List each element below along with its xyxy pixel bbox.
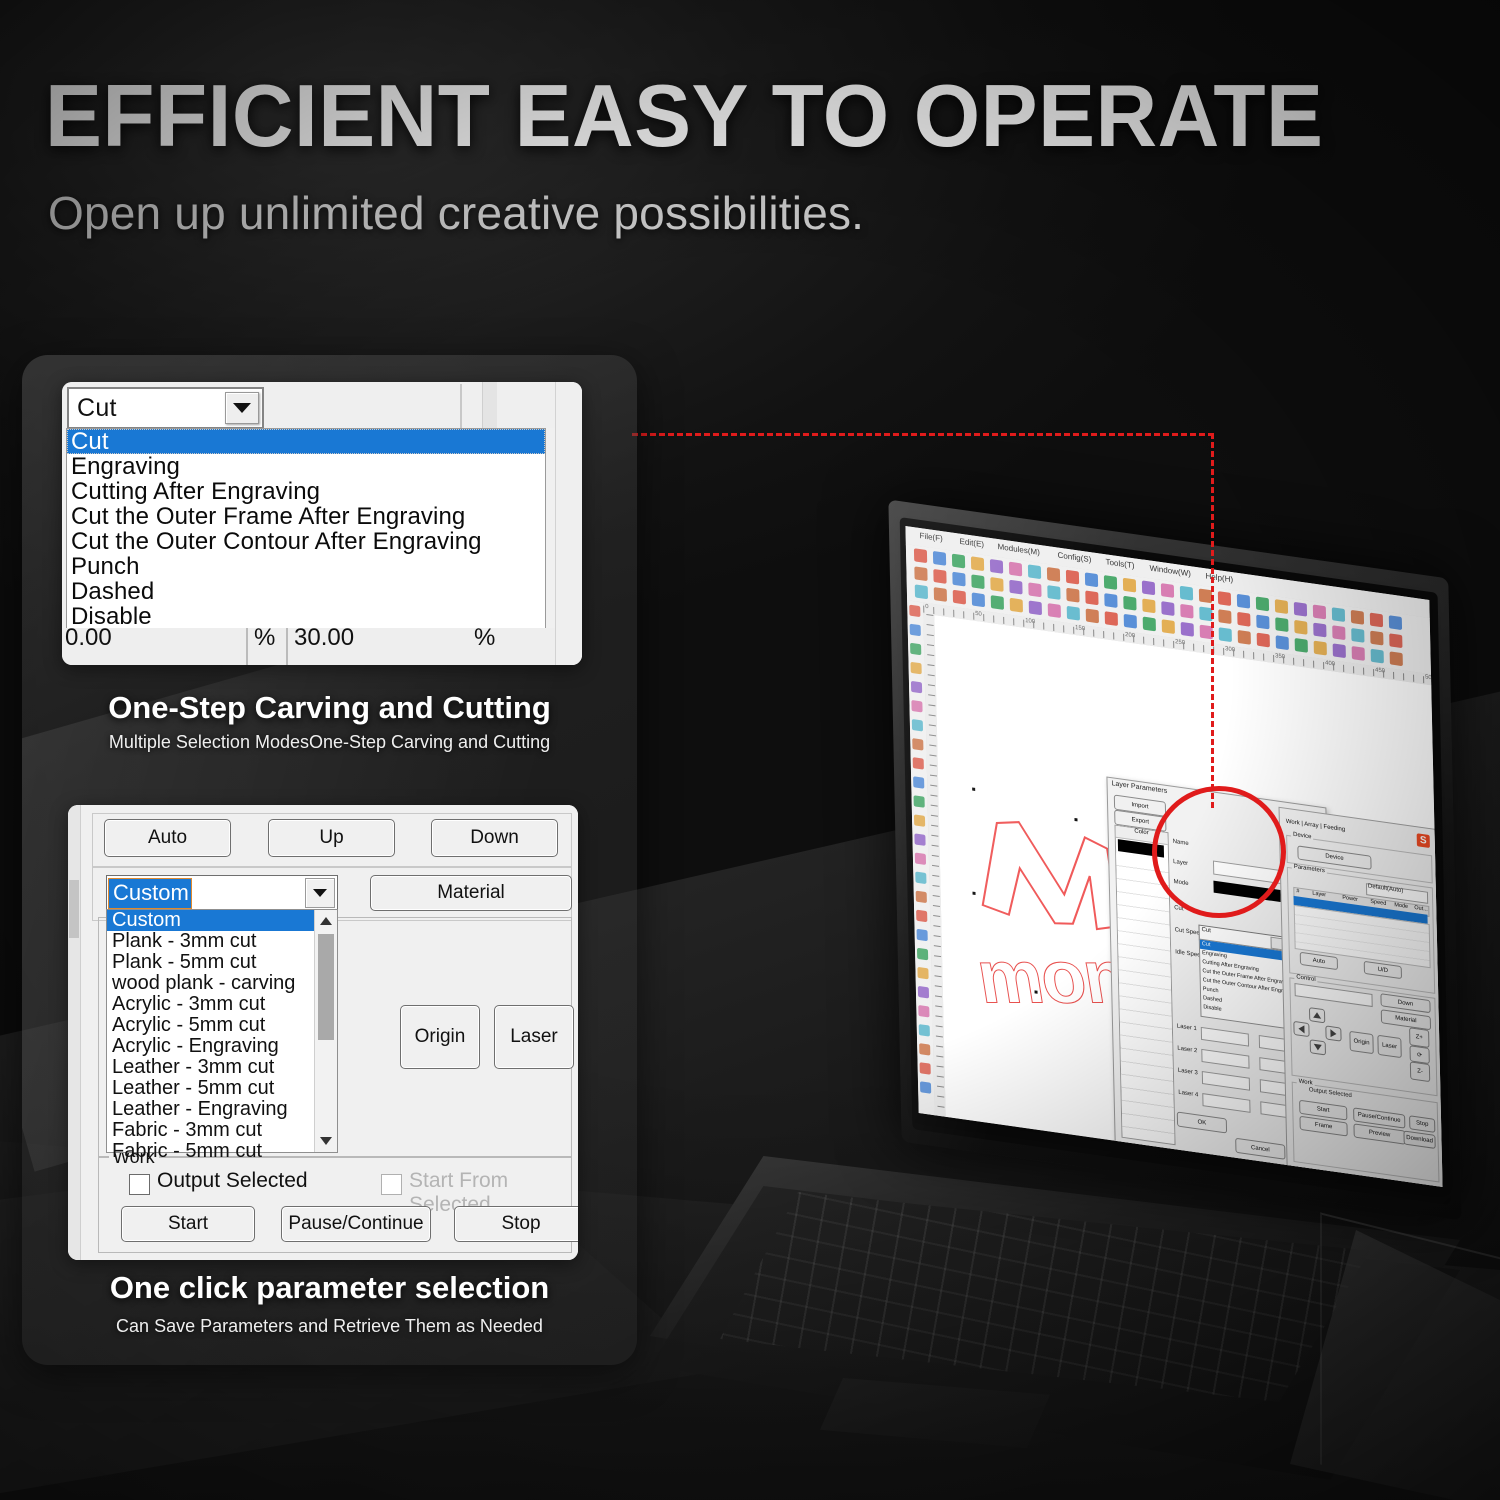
option-item[interactable]: Punch xyxy=(67,554,545,579)
option-item[interactable]: Fabric - 5mm cut xyxy=(107,1141,337,1162)
cut-mode-combobox[interactable]: Cut xyxy=(67,387,264,429)
panel1-scroll-gutter xyxy=(482,382,497,428)
option-item[interactable]: Disable xyxy=(67,604,545,629)
output-selected-label: Output Selected xyxy=(157,1169,308,1192)
panel2-left-scrollbar[interactable] xyxy=(68,805,81,1260)
circle-highlight xyxy=(1152,786,1286,918)
material-preset-value: Custom xyxy=(108,877,192,909)
origin-button[interactable]: Origin xyxy=(400,1005,480,1069)
work-group: Work Output Selected Start From Selected… xyxy=(98,1147,578,1253)
chevron-up-icon[interactable] xyxy=(315,910,337,932)
chevron-down-icon[interactable] xyxy=(225,392,259,424)
feature-one-title: One-Step Carving and Cutting xyxy=(108,690,551,725)
panel1-value-row: 0.00 % 30.00 % xyxy=(62,628,582,665)
option-item[interactable]: Leather - 3mm cut xyxy=(107,1057,337,1078)
panel1-toolbar: Cut xyxy=(62,382,582,429)
option-item[interactable]: Custom xyxy=(107,910,337,931)
chevron-down-icon[interactable] xyxy=(305,878,335,908)
auto-button[interactable]: Auto xyxy=(104,819,231,857)
start-button[interactable]: Start xyxy=(121,1206,255,1242)
pause-continue-button[interactable]: Pause/Continue xyxy=(281,1206,431,1242)
option-item[interactable]: Plank - 5mm cut xyxy=(107,952,337,973)
material-preset-combobox[interactable]: Custom xyxy=(106,875,338,911)
callout-connector-horizontal xyxy=(632,433,1214,436)
chevron-down-icon[interactable] xyxy=(315,1130,337,1152)
callout-connector-vertical xyxy=(1211,433,1214,808)
option-list-scrollbar[interactable] xyxy=(314,910,337,1152)
option-item[interactable]: Acrylic - 3mm cut xyxy=(107,994,337,1015)
cut-mode-panel[interactable]: Cut Cut Engraving Cutting After Engraving C… xyxy=(62,382,582,665)
option-item[interactable]: Cut the Outer Frame After Engraving xyxy=(67,504,545,529)
option-item[interactable]: Cut xyxy=(67,429,545,454)
material-button[interactable]: Material xyxy=(370,875,572,911)
unit-max: % xyxy=(474,628,496,651)
panel1-divider xyxy=(460,384,462,428)
option-item[interactable]: Acrylic - 5mm cut xyxy=(107,1015,337,1036)
feature-two-title: One click parameter selection xyxy=(109,1270,550,1305)
value-max: 30.00 xyxy=(294,628,355,651)
material-preset-option-list[interactable]: Custom Plank - 3mm cut Plank - 5mm cut wood… xyxy=(106,909,338,1162)
option-item[interactable]: Engraving xyxy=(67,454,545,479)
laser-button[interactable]: Laser xyxy=(494,1005,574,1069)
panel2-content: Auto Up Down Control Origin Laser Z+ ⟳ Z… xyxy=(82,805,578,1260)
cut-mode-selected-value: Cut xyxy=(77,393,117,422)
value-min: 0.00 xyxy=(65,628,112,651)
cell-divider-left xyxy=(246,628,248,665)
down-button[interactable]: Down xyxy=(431,819,558,857)
panel1-scrollbar[interactable] xyxy=(555,382,582,665)
output-selected-checkbox[interactable] xyxy=(129,1174,150,1195)
stop-button[interactable]: Stop xyxy=(454,1206,578,1242)
option-item[interactable]: Cut the Outer Contour After Engraving xyxy=(67,529,545,554)
option-item[interactable]: Fabric - 3mm cut xyxy=(107,1120,337,1141)
option-item[interactable]: wood plank - carving xyxy=(107,973,337,994)
unit-min: % xyxy=(254,628,276,651)
cell-divider-right xyxy=(286,628,288,665)
poster-canvas: EFFICIENT EASY TO OPERATE Open up unlimi… xyxy=(0,0,1500,1500)
material-preset-panel[interactable]: Auto Up Down Control Origin Laser Z+ ⟳ Z… xyxy=(68,805,578,1260)
option-item[interactable]: Dashed xyxy=(67,579,545,604)
scrollbar-thumb[interactable] xyxy=(318,934,334,1040)
cut-mode-option-list[interactable]: CutEngravingCutting After EngravingCut t… xyxy=(66,428,546,630)
option-item[interactable]: Plank - 3mm cut xyxy=(107,931,337,952)
feature-one-subtitle: Multiple Selection ModesOne-Step Carving… xyxy=(108,732,551,752)
option-item[interactable]: Cutting After Engraving xyxy=(67,479,545,504)
feature-two-subtitle: Can Save Parameters and Retrieve Them as… xyxy=(116,1316,543,1336)
up-button[interactable]: Up xyxy=(268,819,395,857)
option-item[interactable]: Leather - Engraving xyxy=(107,1099,337,1120)
option-item[interactable]: Leather - 5mm cut xyxy=(107,1078,337,1099)
option-item[interactable]: Acrylic - Engraving xyxy=(107,1036,337,1057)
start-from-selected-checkbox[interactable] xyxy=(381,1174,402,1195)
